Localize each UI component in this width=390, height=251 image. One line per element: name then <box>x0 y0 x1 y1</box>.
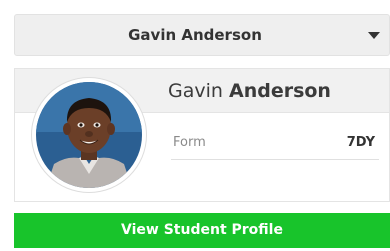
student-card: Gavin Anderson Form 7DY <box>14 68 390 202</box>
form-field-value: 7DY <box>346 135 375 150</box>
student-name: Gavin Anderson <box>168 80 331 102</box>
form-field-label: Form <box>173 135 206 150</box>
form-field-row: Form 7DY <box>171 131 379 160</box>
view-student-profile-button[interactable]: View Student Profile <box>14 213 390 248</box>
student-last-name: Anderson <box>228 80 331 102</box>
student-select-value: Gavin Anderson <box>128 26 262 44</box>
avatar <box>32 78 146 192</box>
student-photo <box>36 82 142 188</box>
caret-down-icon <box>368 32 380 39</box>
student-select[interactable]: Gavin Anderson <box>14 14 390 56</box>
student-first-name: Gavin <box>168 80 223 102</box>
